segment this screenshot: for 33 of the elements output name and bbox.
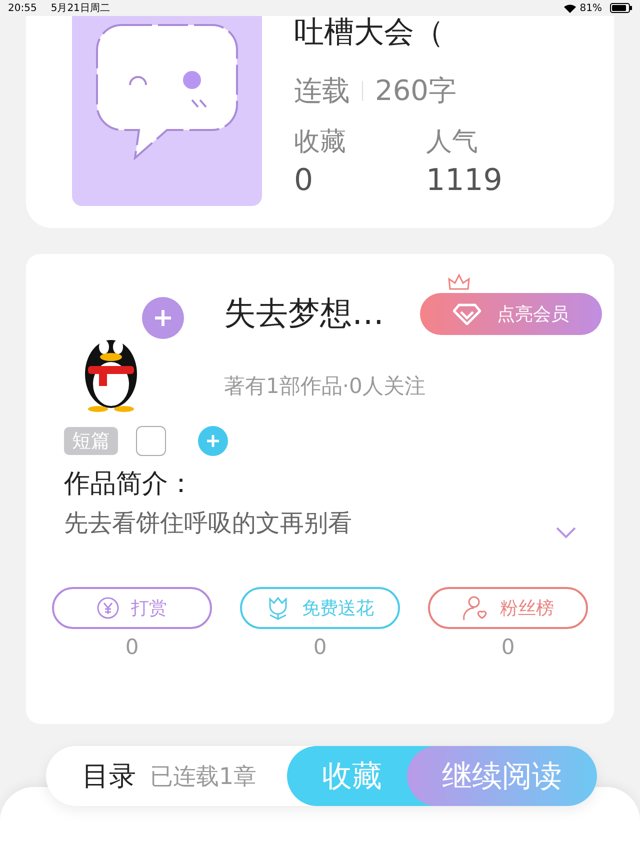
status-date: 5月21日周二 [50, 2, 110, 15]
author-name: 失去梦想… [224, 293, 384, 334]
diamond-icon [453, 303, 481, 325]
empty-tag [136, 426, 166, 456]
action-count: 0 [125, 635, 139, 659]
stat-label: 人气 [426, 126, 479, 159]
intro-text: 先去看饼住呼吸的文再别看 [64, 508, 352, 539]
intro-heading: 作品简介： [64, 468, 195, 501]
book-title: 吐槽大会（ [294, 16, 445, 50]
user-heart-icon [462, 595, 488, 621]
author-meta: 著有1部作品·0人关注 [224, 373, 426, 400]
serial-status: 连载 [294, 73, 350, 109]
chevron-down-icon[interactable] [556, 527, 576, 539]
add-tag-icon[interactable] [198, 426, 228, 456]
yen-coin-icon [97, 597, 119, 619]
read-button[interactable]: 继续阅读 [407, 746, 597, 806]
chapter-count: 已连载1章 [150, 762, 257, 792]
stat-value: 0 [294, 163, 314, 198]
status-time: 20:55 [8, 2, 37, 14]
action-count: 0 [313, 635, 327, 659]
stat-label: 收藏 [294, 126, 346, 159]
action-button[interactable]: 打赏 [52, 587, 212, 629]
action-button[interactable]: 免费送花 [240, 587, 400, 629]
battery-level: 81% [580, 2, 602, 14]
toc-link[interactable]: 目录 [82, 758, 136, 794]
action-button[interactable]: 粉丝榜 [428, 587, 588, 629]
word-count: 260字 [375, 73, 456, 109]
follow-plus-icon[interactable] [142, 297, 184, 339]
battery-icon [610, 3, 632, 13]
crown-icon [448, 273, 470, 291]
wifi-icon [564, 4, 576, 12]
stat-value: 1119 [426, 163, 502, 198]
action-count: 0 [501, 635, 515, 659]
